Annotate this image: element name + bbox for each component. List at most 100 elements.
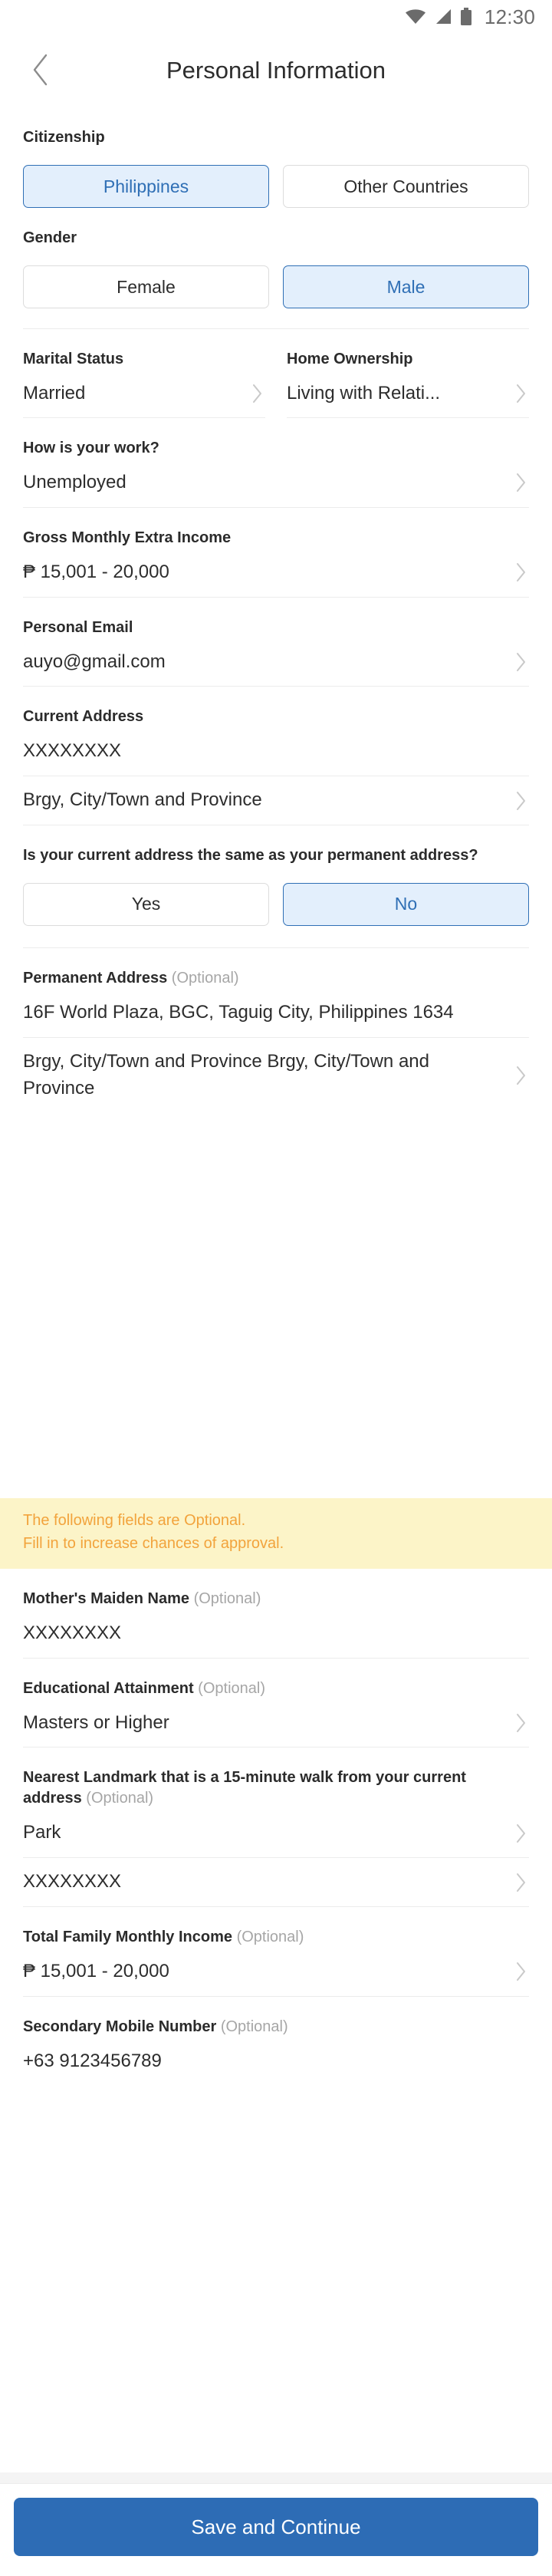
page-title: Personal Information	[166, 57, 386, 84]
nearest-landmark-value-2: XXXXXXXX	[23, 1871, 122, 1892]
screen-root: 12:30 Personal Information Citizenship P…	[0, 0, 552, 2576]
secondary-mobile-label-text: Secondary Mobile Number	[23, 2018, 217, 2035]
optional-banner-line2: Fill in to increase chances of approval.	[23, 1534, 284, 1552]
personal-email-value: auyo@gmail.com	[23, 651, 166, 672]
same-address-option-no[interactable]: No	[283, 882, 529, 926]
family-income-optional-tag: (Optional)	[236, 1928, 304, 1945]
secondary-mobile-section: Secondary Mobile Number (Optional) +63 9…	[23, 1997, 529, 2086]
status-bar: 12:30	[0, 0, 552, 34]
personal-email-section: Personal Email auyo@gmail.com	[23, 598, 529, 687]
home-ownership-value: Living with Relati...	[287, 383, 441, 404]
family-income-section: Total Family Monthly Income (Optional) ₱…	[23, 1907, 529, 1997]
optional-banner-line1: The following fields are Optional.	[23, 1511, 246, 1529]
chevron-right-icon	[514, 560, 529, 585]
same-address-options: Yes No	[23, 882, 529, 926]
family-income-select[interactable]: ₱ 15,001 - 20,000	[23, 1948, 529, 1996]
chevron-right-icon	[250, 381, 265, 406]
marital-status-value: Married	[23, 383, 86, 404]
educational-attainment-section: Educational Attainment (Optional) Master…	[23, 1659, 529, 1748]
chevron-right-icon	[514, 470, 529, 495]
same-address-option-yes[interactable]: Yes	[23, 882, 269, 926]
citizenship-options: Philippines Other Countries	[23, 165, 529, 208]
signal-icon	[434, 8, 452, 25]
work-select[interactable]: Unemployed	[23, 459, 529, 507]
nearest-landmark-section: Nearest Landmark that is a 15-minute wal…	[23, 1748, 529, 1907]
permanent-address-section: Permanent Address (Optional) 16F World P…	[23, 948, 529, 1112]
citizenship-section: Citizenship Philippines Other Countries	[23, 107, 529, 208]
marital-status-label: Marital Status	[23, 351, 124, 367]
permanent-address-line2-field[interactable]: Brgy, City/Town and Province Brgy, City/…	[23, 1038, 529, 1113]
mothers-maiden-name-optional-tag: (Optional)	[193, 1589, 261, 1607]
nearest-landmark-detail-field[interactable]: XXXXXXXX	[23, 1858, 529, 1906]
family-income-label-text: Total Family Monthly Income	[23, 1928, 232, 1945]
current-address-label: Current Address	[23, 708, 144, 726]
divider	[287, 417, 529, 418]
family-income-label: Total Family Monthly Income (Optional)	[23, 1927, 529, 1948]
status-bar-clock: 12:30	[484, 5, 535, 28]
back-button[interactable]	[12, 42, 69, 99]
current-address-line1-field[interactable]: XXXXXXXX	[23, 727, 529, 776]
footer-bar: Save and Continue	[0, 2483, 552, 2576]
educational-attainment-value: Masters or Higher	[23, 1711, 169, 1733]
app-header: Personal Information	[0, 34, 552, 107]
marital-status-field: Marital Status Married	[23, 329, 265, 418]
nearest-landmark-optional-tag: (Optional)	[86, 1790, 154, 1807]
nearest-landmark-value-1: Park	[23, 1822, 61, 1843]
chevron-right-icon	[514, 650, 529, 674]
educational-attainment-label-text: Educational Attainment	[23, 1679, 194, 1697]
permanent-address-optional-tag: (Optional)	[171, 969, 239, 987]
educational-attainment-select[interactable]: Masters or Higher	[23, 1699, 529, 1748]
save-and-continue-button[interactable]: Save and Continue	[14, 2498, 538, 2556]
citizenship-option-other-countries[interactable]: Other Countries	[283, 165, 529, 208]
personal-email-label: Personal Email	[23, 618, 133, 636]
mothers-maiden-name-label: Mother's Maiden Name (Optional)	[23, 1589, 529, 1609]
home-ownership-field: Home Ownership Living with Relati...	[265, 329, 529, 418]
chevron-right-icon	[514, 381, 529, 406]
chevron-right-icon	[514, 1063, 529, 1088]
home-ownership-select[interactable]: Living with Relati...	[287, 370, 529, 417]
gross-extra-income-value: ₱ 15,001 - 20,000	[23, 561, 169, 582]
chevron-right-icon	[514, 1870, 529, 1895]
permanent-address-label: Permanent Address (Optional)	[23, 968, 529, 989]
same-address-section: Is your current address the same as your…	[23, 825, 529, 926]
permanent-address-line1-field[interactable]: 16F World Plaza, BGC, Taguig City, Phili…	[23, 989, 529, 1037]
educational-attainment-label: Educational Attainment (Optional)	[23, 1678, 529, 1699]
citizenship-option-philippines[interactable]: Philippines	[23, 165, 269, 208]
secondary-mobile-field[interactable]: +63 9123456789	[23, 2037, 529, 2086]
work-value: Unemployed	[23, 472, 127, 492]
gender-option-male[interactable]: Male	[283, 265, 529, 308]
work-section: How is your work? Unemployed	[23, 418, 529, 508]
home-ownership-label: Home Ownership	[287, 351, 413, 367]
battery-icon	[460, 8, 472, 26]
nearest-landmark-label: Nearest Landmark that is a 15-minute wal…	[23, 1767, 529, 1809]
chevron-left-icon	[31, 53, 51, 89]
chevron-right-icon	[514, 1821, 529, 1846]
secondary-mobile-label: Secondary Mobile Number (Optional)	[23, 2017, 529, 2037]
nearest-landmark-select[interactable]: Park	[23, 1809, 529, 1857]
work-label: How is your work?	[23, 440, 159, 456]
chevron-right-icon	[514, 789, 529, 813]
divider	[23, 417, 265, 418]
gross-extra-income-section: Gross Monthly Extra Income ₱ 15,001 - 20…	[23, 508, 529, 598]
form-body: Citizenship Philippines Other Countries …	[0, 107, 552, 1494]
marital-status-select[interactable]: Married	[23, 370, 265, 417]
chevron-right-icon	[514, 1959, 529, 1984]
permanent-address-line1-value: 16F World Plaza, BGC, Taguig City, Phili…	[23, 1001, 454, 1023]
optional-fields-banner: The following fields are Optional. Fill …	[0, 1497, 552, 1569]
personal-email-field[interactable]: auyo@gmail.com	[23, 638, 529, 687]
marital-home-row: Marital Status Married Home Ownership Li…	[23, 329, 529, 418]
gross-extra-income-select[interactable]: ₱ 15,001 - 20,000	[23, 548, 529, 597]
mothers-maiden-name-field[interactable]: XXXXXXXX	[23, 1609, 529, 1658]
mothers-maiden-name-label-text: Mother's Maiden Name	[23, 1589, 190, 1607]
current-address-line2-value: Brgy, City/Town and Province	[23, 789, 262, 811]
family-income-value: ₱ 15,001 - 20,000	[23, 1960, 169, 1981]
citizenship-label: Citizenship	[23, 129, 105, 146]
permanent-address-label-text: Permanent Address	[23, 969, 168, 987]
current-address-section: Current Address XXXXXXXX Brgy, City/Town…	[23, 687, 529, 825]
bottom-spacer	[0, 2472, 552, 2483]
gender-label: Gender	[23, 229, 77, 246]
mothers-maiden-name-section: Mother's Maiden Name (Optional) XXXXXXXX	[23, 1569, 529, 1659]
current-address-line2-field[interactable]: Brgy, City/Town and Province	[23, 776, 529, 825]
wifi-icon	[405, 8, 426, 25]
gender-option-female[interactable]: Female	[23, 265, 269, 308]
